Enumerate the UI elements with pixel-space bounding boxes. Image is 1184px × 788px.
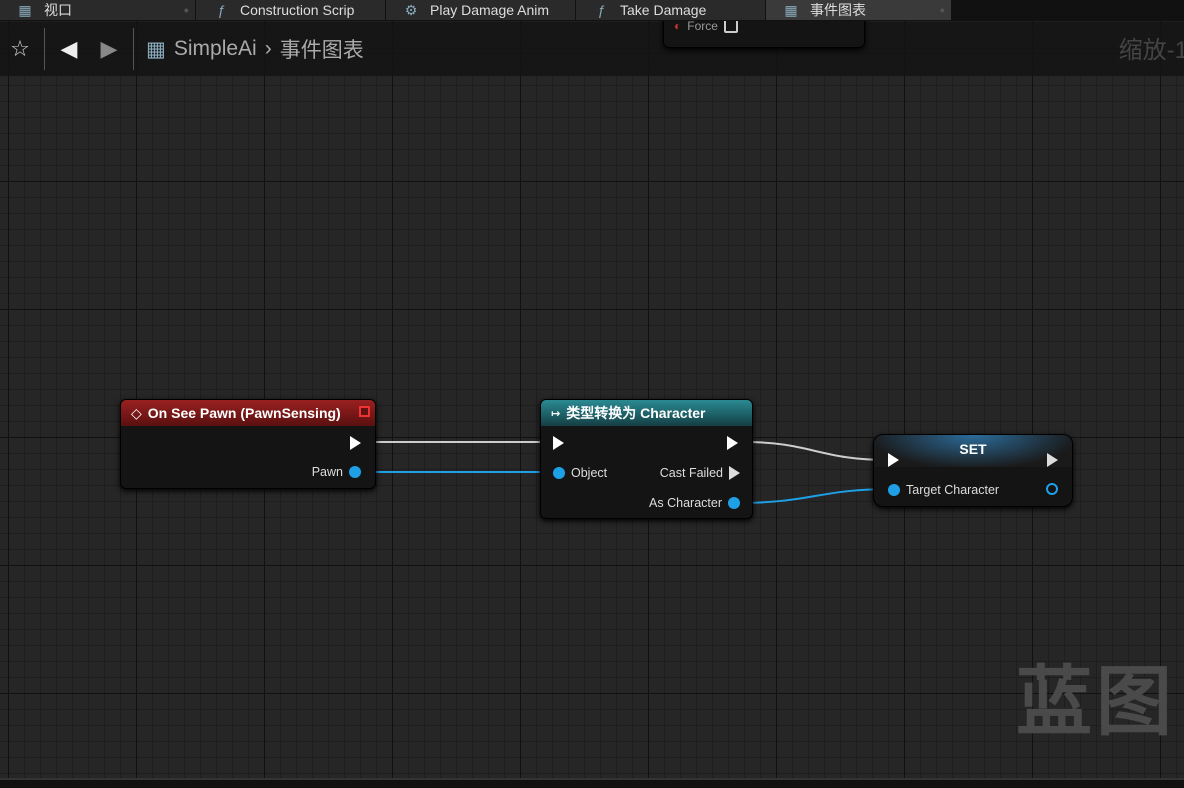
breadcrumb-root[interactable]: SimpleAi bbox=[174, 37, 257, 61]
tab-take-damage[interactable]: ƒ Take Damage bbox=[576, 0, 766, 20]
event-icon: ◇ bbox=[131, 404, 142, 421]
zoom-label: 缩放-1 bbox=[1118, 37, 1184, 64]
divider bbox=[44, 28, 45, 70]
object-wire bbox=[737, 488, 893, 504]
tab-play-damage-anim[interactable]: ⚙ Play Damage Anim bbox=[386, 0, 576, 20]
target-character-out-pin[interactable] bbox=[1046, 483, 1058, 495]
as-character-pin[interactable]: As Character bbox=[649, 496, 740, 510]
set-node[interactable]: SET Target Character bbox=[873, 434, 1073, 507]
close-icon[interactable]: ● bbox=[184, 5, 189, 15]
forward-arrow-icon[interactable]: ▶ bbox=[89, 36, 129, 62]
breadcrumb: ▦ SimpleAi › 事件图表 bbox=[146, 34, 364, 64]
event-node-on-see-pawn[interactable]: ◇ On See Pawn (PawnSensing) Pawn bbox=[120, 399, 376, 489]
cast-icon: ↦ bbox=[551, 407, 561, 420]
breadcrumb-current: 事件图表 bbox=[279, 39, 364, 62]
gear-icon: ⚙ bbox=[404, 1, 418, 18]
exec-out-pin[interactable] bbox=[1047, 453, 1058, 467]
function-icon: ƒ bbox=[597, 2, 605, 18]
object-pin[interactable]: Object bbox=[553, 466, 607, 480]
delegate-pin-icon[interactable] bbox=[359, 406, 370, 417]
tab-bar: ▦ 视口 ● ƒ Construction Scrip ⚙ Play Damage An… bbox=[0, 0, 1184, 21]
divider bbox=[133, 28, 134, 70]
pin-icon: ◐ bbox=[674, 19, 682, 33]
bottom-bar bbox=[0, 778, 1184, 788]
exec-out-pin[interactable] bbox=[350, 436, 361, 450]
viewport-icon: ▦ bbox=[18, 1, 32, 18]
graph-canvas[interactable]: ◇ On See Pawn (PawnSensing) Pawn ↦ 类型转换为 C… bbox=[0, 21, 1184, 778]
target-character-pin[interactable]: Target Character bbox=[888, 483, 999, 497]
breadcrumb-separator: › bbox=[264, 37, 272, 60]
pawn-pin[interactable]: Pawn bbox=[312, 465, 361, 479]
function-icon: ƒ bbox=[217, 2, 225, 18]
back-arrow-icon[interactable]: ◀ bbox=[49, 36, 89, 62]
tab-event-graph[interactable]: ▦ 事件图表 ● bbox=[766, 0, 952, 20]
cast-to-character-node[interactable]: ↦ 类型转换为 Character Object Cast Failed As C… bbox=[540, 399, 753, 519]
exec-in-pin[interactable] bbox=[888, 453, 899, 467]
exec-in-pin[interactable] bbox=[553, 436, 564, 450]
tab-construction-script[interactable]: ƒ Construction Scrip bbox=[196, 0, 386, 20]
exec-out-pin[interactable] bbox=[727, 436, 738, 450]
checkbox[interactable] bbox=[723, 19, 738, 33]
graph-icon: ▦ bbox=[146, 37, 166, 61]
close-icon[interactable]: ● bbox=[940, 5, 945, 15]
blueprint-watermark: 蓝图 bbox=[1016, 660, 1176, 745]
favorite-star-icon[interactable]: ☆ bbox=[0, 36, 40, 62]
toolbar: ☆ ◀ ▶ ▦ SimpleAi › 事件图表 缩放-1 bbox=[0, 22, 1184, 76]
graph-icon: ▦ bbox=[784, 1, 798, 18]
tab-viewport[interactable]: ▦ 视口 ● bbox=[0, 0, 196, 20]
exec-wire bbox=[744, 441, 889, 461]
cast-failed-pin[interactable]: Cast Failed bbox=[660, 466, 740, 480]
